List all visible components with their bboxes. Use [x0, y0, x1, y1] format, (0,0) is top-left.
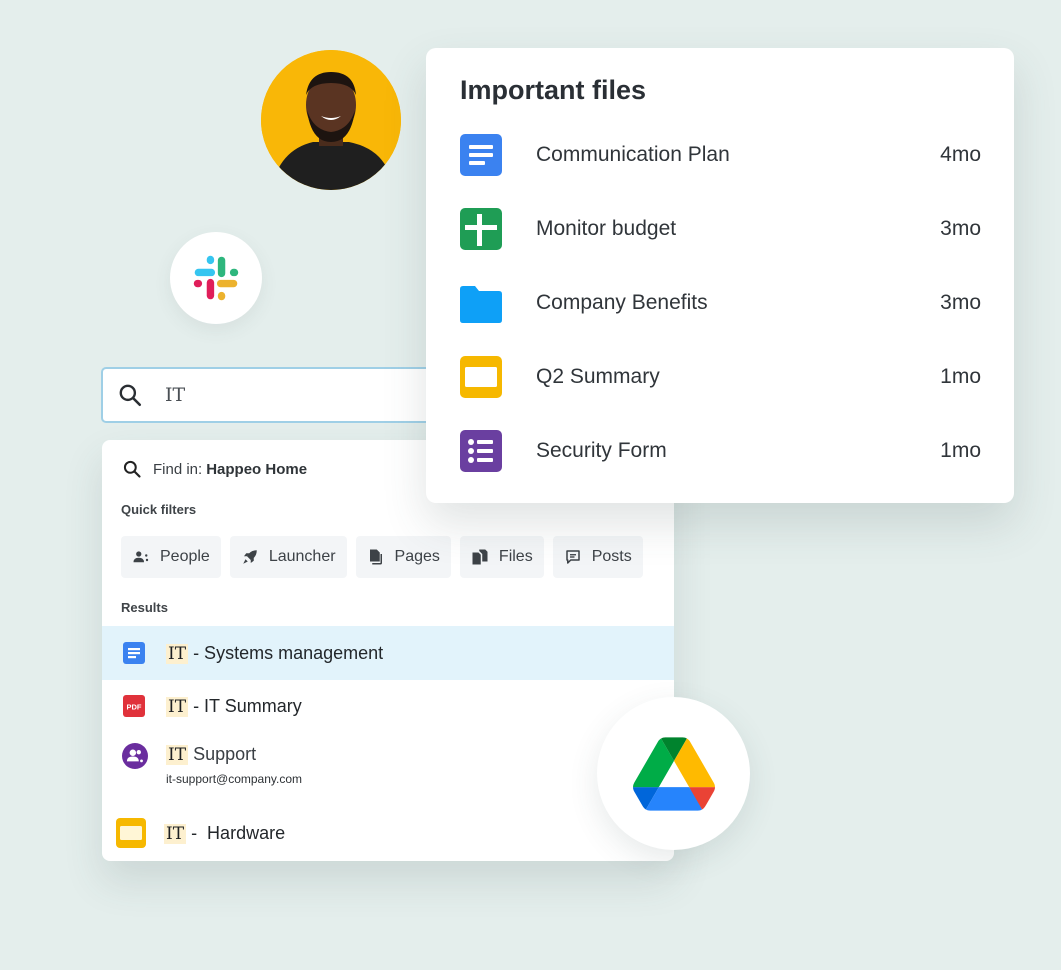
- filter-label: People: [160, 548, 210, 565]
- file-age: 1mo: [940, 439, 981, 462]
- pdf-icon: PDF: [123, 695, 145, 717]
- match-highlight: IT: [166, 696, 189, 717]
- filter-label: Launcher: [268, 548, 336, 565]
- result-item[interactable]: PDF IT - IT Summary: [102, 680, 674, 732]
- file-name: Security Form: [536, 439, 667, 462]
- find-in-scope[interactable]: Find in: Happeo Home: [122, 459, 307, 479]
- pages-icon: [369, 549, 382, 565]
- search-field[interactable]: [101, 367, 461, 423]
- find-in-target: Happeo Home: [206, 460, 308, 478]
- search-icon: [119, 384, 142, 407]
- group-icon: [122, 743, 148, 769]
- search-icon: [123, 460, 141, 478]
- result-item[interactable]: IT Support it-support@company.com: [102, 732, 674, 804]
- result-subtitle: it-support@company.com: [166, 772, 303, 786]
- google-drive-logo-icon: [632, 736, 715, 811]
- google-slides-icon: [116, 818, 146, 848]
- match-highlight: IT: [164, 823, 187, 844]
- result-title: - Systems management: [188, 642, 384, 663]
- google-docs-icon: [123, 642, 145, 664]
- file-age: 3mo: [940, 291, 981, 314]
- user-avatar: [261, 50, 401, 190]
- result-item[interactable]: IT - Systems management: [102, 626, 674, 680]
- results-label: Results: [121, 600, 168, 615]
- important-files-title: Important files: [460, 75, 647, 105]
- person-photo-icon: [261, 50, 401, 190]
- file-name: Communication Plan: [536, 143, 730, 166]
- file-age: 1mo: [940, 365, 981, 388]
- chat-icon: [565, 550, 580, 564]
- search-dropdown: Find in: Happeo Home Quick filters Peopl…: [102, 440, 674, 861]
- filter-label: Pages: [394, 548, 440, 565]
- filter-posts-button[interactable]: Posts: [552, 536, 643, 578]
- result-title: Support: [188, 744, 257, 764]
- match-highlight: IT: [166, 643, 189, 664]
- filter-files-button[interactable]: Files: [459, 536, 544, 578]
- file-age: 4mo: [940, 143, 981, 166]
- filter-people-button[interactable]: People: [121, 536, 221, 578]
- files-icon: [472, 549, 488, 565]
- result-item[interactable]: IT - Hardware: [102, 806, 674, 860]
- google-drive-integration-bubble[interactable]: [597, 697, 750, 850]
- filter-launcher-button[interactable]: Launcher: [229, 536, 347, 578]
- google-slides-icon: [460, 356, 502, 398]
- google-docs-icon: [460, 134, 502, 176]
- file-age: 3mo: [940, 217, 981, 240]
- file-row[interactable]: Q2 Summary 1mo: [426, 354, 1014, 400]
- filter-label: Posts: [591, 548, 632, 565]
- file-row[interactable]: Company Benefits 3mo: [426, 280, 1014, 326]
- important-files-card: Important files Communication Plan 4mo M…: [426, 48, 1014, 503]
- people-icon: [133, 551, 149, 563]
- match-highlight: IT: [166, 745, 189, 765]
- file-name: Q2 Summary: [536, 365, 660, 388]
- svg-text:PDF: PDF: [127, 703, 142, 712]
- filter-pages-button[interactable]: Pages: [355, 536, 451, 578]
- rocket-icon: [243, 550, 257, 564]
- file-row[interactable]: Monitor budget 3mo: [426, 206, 1014, 252]
- file-row[interactable]: Security Form 1mo: [426, 428, 1014, 474]
- search-input[interactable]: [165, 384, 415, 406]
- file-row[interactable]: Communication Plan 4mo: [426, 132, 1014, 178]
- google-forms-icon: [460, 430, 502, 472]
- quick-filters: People Launcher Pages Files Posts: [121, 536, 643, 578]
- slack-logo-icon: [193, 255, 239, 301]
- file-name: Monitor budget: [536, 217, 677, 240]
- file-name: Company Benefits: [536, 291, 708, 314]
- slack-integration-bubble[interactable]: [170, 232, 262, 324]
- find-in-prefix: Find in:: [153, 460, 203, 478]
- result-title: - Hardware: [186, 822, 286, 843]
- result-title: - IT Summary: [188, 695, 302, 716]
- folder-icon: [460, 286, 502, 323]
- quick-filters-label: Quick filters: [121, 502, 197, 517]
- filter-label: Files: [498, 548, 533, 565]
- google-sheets-icon: [460, 208, 502, 250]
